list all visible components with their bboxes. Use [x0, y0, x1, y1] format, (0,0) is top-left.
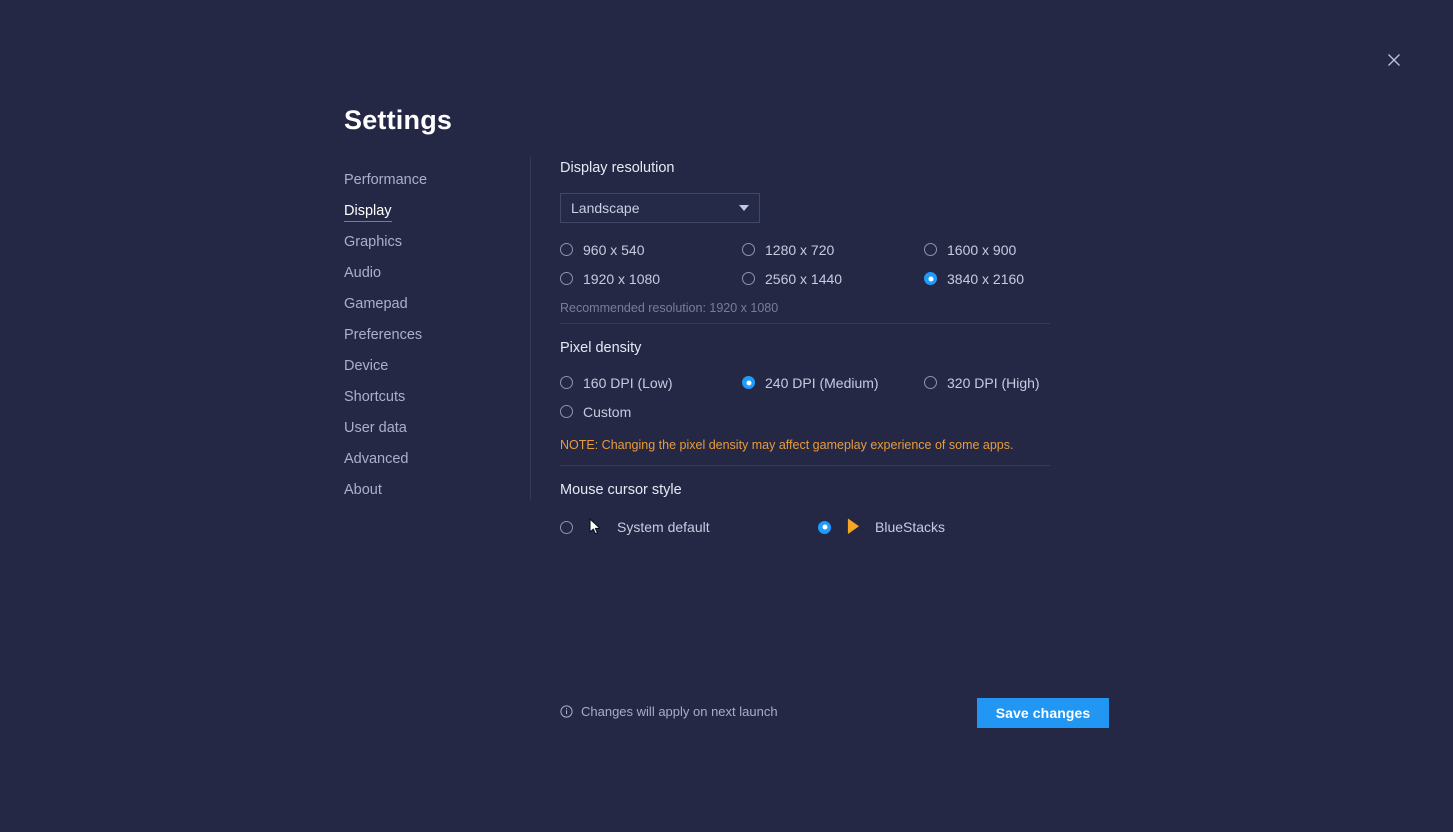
radio-indicator — [560, 272, 573, 285]
radio-indicator — [560, 405, 573, 418]
sidebar-divider — [530, 157, 531, 500]
pixel-density-option-320dpi[interactable]: 320 DPI (High) — [924, 368, 1106, 397]
resolution-option-1280x720[interactable]: 1280 x 720 — [742, 235, 924, 264]
sidebar-item-advanced[interactable]: Advanced — [344, 444, 409, 475]
sidebar-item-user-data[interactable]: User data — [344, 413, 407, 444]
radio-indicator — [560, 520, 573, 534]
sidebar-item-device[interactable]: Device — [344, 351, 388, 382]
resolution-option-1600x900[interactable]: 1600 x 900 — [924, 235, 1106, 264]
radio-indicator — [560, 376, 573, 389]
save-changes-button[interactable]: Save changes — [977, 698, 1109, 728]
pixel-density-option-label: 240 DPI (Medium) — [765, 374, 879, 391]
sidebar-item-gamepad[interactable]: Gamepad — [344, 289, 408, 320]
pixel-density-option-label: 320 DPI (High) — [947, 374, 1040, 391]
radio-indicator — [924, 272, 937, 285]
page-title: Settings — [344, 105, 453, 135]
radio-indicator — [924, 376, 937, 389]
resolution-option-2560x1440[interactable]: 2560 x 1440 — [742, 264, 924, 293]
resolution-option-960x540[interactable]: 960 x 540 — [560, 235, 742, 264]
sidebar-item-graphics[interactable]: Graphics — [344, 227, 402, 258]
cursor-option-bluestacks[interactable]: BlueStacks — [818, 514, 1076, 540]
resolution-option-label: 1280 x 720 — [765, 241, 835, 258]
cursor-option-label: BlueStacks — [875, 519, 946, 535]
sidebar-item-preferences[interactable]: Preferences — [344, 320, 422, 351]
sidebar-item-about[interactable]: About — [344, 475, 382, 506]
resolution-option-label: 960 x 540 — [583, 241, 645, 258]
settings-sidebar: Performance Display Graphics Audio Gamep… — [344, 165, 514, 506]
info-icon — [560, 705, 573, 718]
mouse-cursor-options: System default BlueStacks — [560, 514, 1076, 540]
radio-indicator — [742, 376, 755, 389]
chevron-down-icon — [739, 205, 749, 211]
resolution-options: 960 x 540 1280 x 720 1600 x 900 1920 x 1… — [560, 235, 1106, 293]
recommended-resolution-hint: Recommended resolution: 1920 x 1080 — [560, 301, 779, 315]
section-divider — [560, 323, 1050, 324]
cursor-option-label: System default — [617, 519, 710, 535]
pixel-density-option-label: Custom — [583, 403, 632, 420]
resolution-option-3840x2160[interactable]: 3840 x 2160 — [924, 264, 1106, 293]
settings-window: Settings Performance Display Graphics Au… — [0, 0, 1453, 832]
sidebar-item-audio[interactable]: Audio — [344, 258, 381, 289]
cursor-option-system-default[interactable]: System default — [560, 514, 818, 540]
radio-indicator — [742, 272, 755, 285]
footer-message: Changes will apply on next launch — [581, 704, 778, 719]
orientation-dropdown[interactable]: Landscape — [560, 193, 760, 223]
resolution-option-label: 1600 x 900 — [947, 241, 1017, 258]
radio-indicator — [560, 243, 573, 256]
radio-indicator — [924, 243, 937, 256]
orientation-dropdown-value: Landscape — [571, 200, 640, 216]
section-pixel-density: Pixel density 160 DPI (Low) 240 DPI (Med… — [560, 340, 1106, 452]
display-resolution-title: Display resolution — [560, 160, 675, 176]
close-icon — [1386, 52, 1402, 68]
radio-indicator — [818, 520, 831, 534]
sidebar-item-display[interactable]: Display — [344, 196, 392, 227]
bluestacks-cursor-icon — [843, 518, 863, 536]
pixel-density-options: 160 DPI (Low) 240 DPI (Medium) 320 DPI (… — [560, 368, 1106, 426]
system-cursor-icon — [585, 518, 605, 536]
sidebar-item-performance[interactable]: Performance — [344, 165, 427, 196]
resolution-option-label: 3840 x 2160 — [947, 270, 1025, 287]
pixel-density-title: Pixel density — [560, 340, 642, 356]
resolution-option-1920x1080[interactable]: 1920 x 1080 — [560, 264, 742, 293]
section-mouse-cursor-style: Mouse cursor style System default BlueSt… — [560, 482, 1076, 540]
close-button[interactable] — [1381, 47, 1407, 73]
pixel-density-note: NOTE: Changing the pixel density may aff… — [560, 438, 1014, 452]
section-divider — [560, 465, 1050, 466]
footer-note: Changes will apply on next launch — [560, 704, 778, 719]
pixel-density-option-label: 160 DPI (Low) — [583, 374, 673, 391]
resolution-option-label: 1920 x 1080 — [583, 270, 661, 287]
pixel-density-option-240dpi[interactable]: 240 DPI (Medium) — [742, 368, 924, 397]
mouse-cursor-style-title: Mouse cursor style — [560, 482, 682, 498]
pixel-density-option-160dpi[interactable]: 160 DPI (Low) — [560, 368, 742, 397]
pixel-density-option-custom[interactable]: Custom — [560, 397, 742, 426]
resolution-option-label: 2560 x 1440 — [765, 270, 843, 287]
radio-indicator — [742, 243, 755, 256]
section-display-resolution: Display resolution Landscape 960 x 540 1… — [560, 160, 1106, 315]
sidebar-item-shortcuts[interactable]: Shortcuts — [344, 382, 405, 413]
